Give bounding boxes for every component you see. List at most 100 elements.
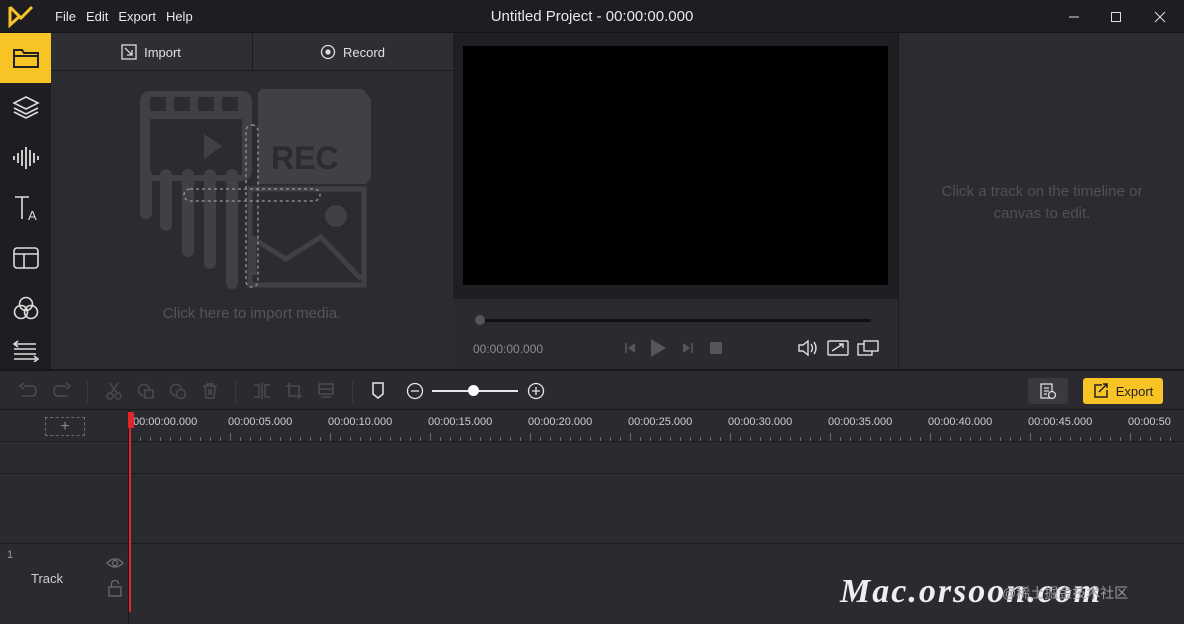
play-icon	[651, 339, 666, 357]
project-settings-button[interactable]	[1028, 378, 1068, 404]
track-header-column: + 1 Track	[0, 410, 129, 624]
timeline: + 1 Track 00:00:00.000 00:00:05.000 00:00:…	[0, 410, 1184, 624]
trash-icon	[203, 383, 217, 399]
prev-frame-button[interactable]	[619, 337, 641, 359]
seek-bar[interactable]	[479, 319, 871, 322]
maximize-button[interactable]	[1094, 0, 1138, 33]
marker-button[interactable]	[368, 381, 388, 401]
seek-handle[interactable]	[475, 315, 485, 325]
rec-label: REC	[271, 140, 339, 176]
minimize-icon	[1069, 16, 1079, 17]
volume-icon	[798, 339, 817, 357]
scissors-icon	[106, 382, 122, 400]
crop-button[interactable]	[284, 381, 304, 401]
next-frame-button[interactable]	[677, 337, 699, 359]
maximize-icon	[1111, 11, 1121, 22]
mosaic-button[interactable]	[316, 381, 336, 401]
ruler-tick-label: 00:00:25.000	[628, 416, 693, 428]
ruler-tick-label: 00:00:30.000	[728, 416, 793, 428]
add-track-button[interactable]: +	[45, 417, 85, 436]
ruler-tick-label: 00:00:50	[1128, 416, 1171, 428]
import-button[interactable]: Import	[51, 33, 251, 71]
crop-icon	[286, 383, 302, 399]
play-button[interactable]	[647, 337, 669, 359]
ruler-tick-label: 00:00:45.000	[1028, 416, 1093, 428]
zoom-out-button[interactable]	[405, 381, 425, 401]
playhead[interactable]	[129, 412, 131, 612]
menu-bar: File Edit Export Help	[50, 0, 198, 33]
ruler-tick-label: 00:00:40.000	[928, 416, 993, 428]
import-hint[interactable]: Click here to import media.	[51, 305, 453, 322]
ruler-tick-label: 00:00:35.000	[828, 416, 893, 428]
watermark-subtext: @稀土掘金技术社区	[1002, 585, 1129, 601]
zoom-in-icon	[527, 382, 545, 400]
split-button[interactable]	[252, 381, 272, 401]
template-icon	[12, 247, 39, 269]
menu-file[interactable]: File	[50, 9, 81, 24]
stop-icon	[710, 342, 722, 354]
fullscreen-button[interactable]	[827, 337, 849, 359]
settings-icon	[1040, 383, 1057, 400]
sidebar-item-filters[interactable]	[0, 283, 51, 333]
eye-icon[interactable]	[106, 556, 124, 570]
lock-icon[interactable]	[108, 579, 122, 597]
paste-button[interactable]	[168, 381, 188, 401]
import-media-illustration[interactable]: REC	[136, 89, 371, 289]
detach-preview-button[interactable]	[857, 337, 879, 359]
zoom-slider-handle[interactable]	[468, 385, 479, 396]
record-button[interactable]: Record	[252, 33, 452, 71]
record-icon	[320, 44, 336, 60]
menu-edit[interactable]: Edit	[81, 9, 113, 24]
close-icon	[1154, 11, 1166, 22]
track-number: 1	[7, 549, 14, 561]
ruler-tick-label: 00:00:10.000	[328, 416, 393, 428]
svg-text:A: A	[28, 208, 37, 222]
track-divider	[0, 473, 1184, 474]
volume-button[interactable]	[797, 337, 819, 359]
media-tabs: Import Record	[51, 33, 453, 71]
zoom-in-button[interactable]	[526, 381, 546, 401]
minimize-button[interactable]	[1052, 0, 1096, 33]
sidebar-item-text[interactable]: A	[0, 183, 51, 233]
redo-icon	[53, 382, 72, 397]
cut-button[interactable]	[104, 381, 124, 401]
ruler-tick-label: 00:00:05.000	[228, 416, 293, 428]
track-name: Track	[31, 571, 64, 586]
menu-export[interactable]: Export	[113, 9, 161, 24]
left-sidebar: A	[0, 33, 51, 369]
undo-icon	[18, 382, 37, 397]
undo-button[interactable]	[18, 381, 38, 401]
mosaic-icon	[318, 383, 334, 398]
preview-canvas[interactable]	[463, 46, 888, 285]
transition-icon	[12, 340, 39, 362]
export-button[interactable]: Export	[1083, 378, 1163, 404]
marker-icon	[372, 382, 384, 399]
sidebar-item-layers[interactable]	[0, 83, 51, 133]
sidebar-item-media[interactable]	[0, 33, 51, 83]
text-icon: A	[14, 196, 37, 222]
folder-icon	[12, 49, 39, 68]
paste-icon	[169, 383, 187, 400]
export-icon	[1093, 383, 1108, 398]
ruler-divider	[0, 441, 1184, 442]
menu-help[interactable]: Help	[161, 9, 198, 24]
sidebar-item-transitions[interactable]	[0, 333, 51, 369]
media-panel: Import Record REC Click here to import m…	[51, 33, 453, 369]
playback-controls: 00:00:00.000	[453, 299, 898, 369]
sidebar-item-audio[interactable]	[0, 133, 51, 183]
stop-button[interactable]	[705, 337, 727, 359]
redo-button[interactable]	[52, 381, 72, 401]
sidebar-item-templates[interactable]	[0, 233, 51, 283]
track-divider	[0, 543, 1184, 544]
ruler-tick-label: 00:00:15.000	[428, 416, 493, 428]
properties-panel: Click a track on the timeline or canvas …	[898, 33, 1184, 369]
delete-button[interactable]	[200, 381, 220, 401]
copy-button[interactable]	[136, 381, 156, 401]
properties-hint: Click a track on the timeline or canvas …	[941, 183, 1143, 222]
waveform-icon	[12, 147, 39, 169]
time-ruler[interactable]: 00:00:00.000 00:00:05.000 00:00:10.000 00:0…	[130, 410, 1184, 442]
import-icon	[121, 44, 137, 60]
close-button[interactable]	[1138, 0, 1182, 33]
record-label: Record	[343, 44, 385, 60]
prev-frame-icon	[625, 343, 635, 353]
